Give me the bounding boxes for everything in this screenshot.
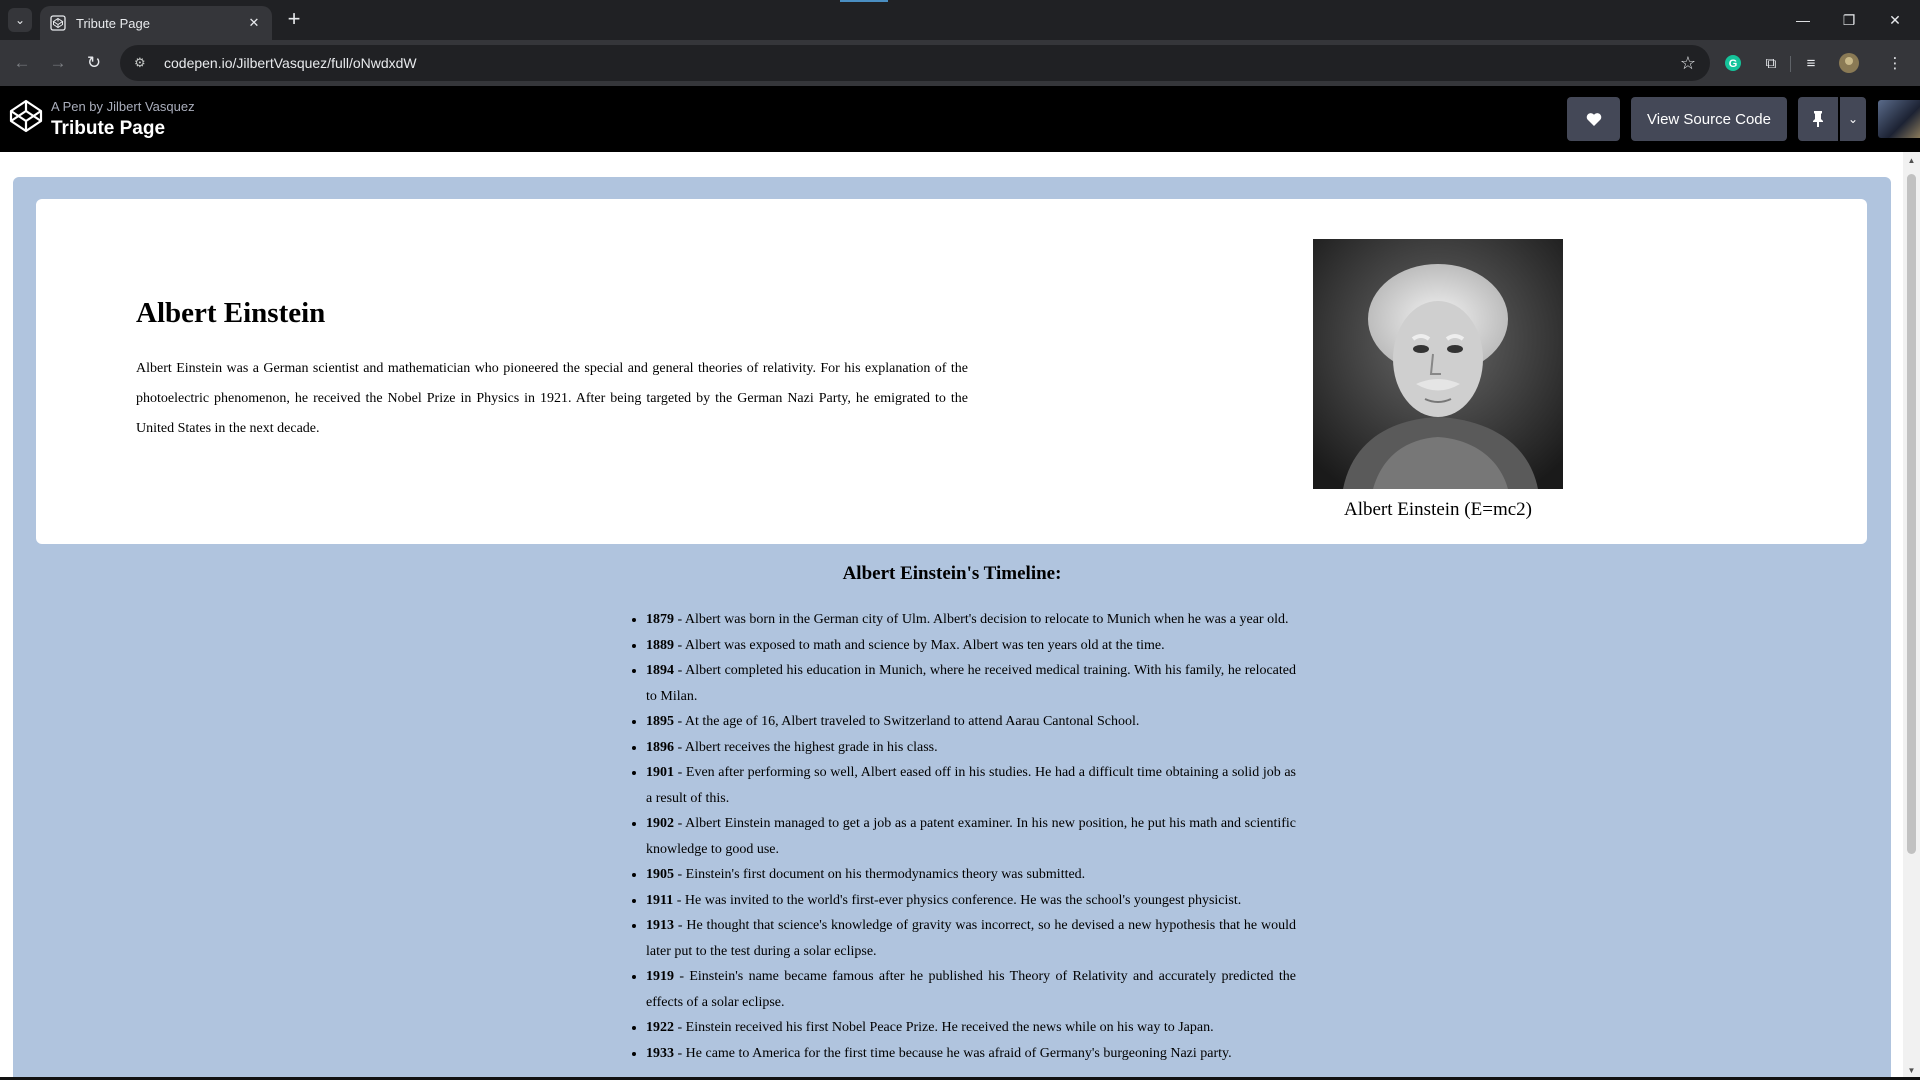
timeline-text: - Albert was exposed to math and science… — [674, 637, 1165, 653]
site-info-icon[interactable]: ⚙ — [134, 55, 152, 71]
pin-button[interactable] — [1798, 97, 1838, 141]
toolbar-divider — [1790, 56, 1791, 72]
browser-menu-icon[interactable]: ⋮ — [1884, 52, 1906, 74]
new-tab-button[interactable]: + — [282, 8, 306, 32]
scroll-thumb[interactable] — [1907, 174, 1916, 854]
timeline-year: 1913 — [646, 918, 674, 933]
chevron-down-icon: ⌄ — [1847, 112, 1859, 126]
pin-icon — [1813, 111, 1823, 127]
timeline-year: 1901 — [646, 765, 674, 780]
timeline-item: 1933 - He came to America for the first … — [646, 1041, 1296, 1067]
timeline-year: 1933 — [646, 1045, 674, 1061]
forward-icon[interactable]: → — [44, 49, 72, 77]
close-tab-icon[interactable]: ✕ — [246, 15, 262, 31]
intro-card: Albert Einstein Albert Einstein was a Ge… — [36, 199, 1867, 544]
view-source-button[interactable]: View Source Code — [1631, 97, 1787, 141]
tab-active[interactable]: Tribute Page ✕ — [40, 6, 272, 40]
timeline-list: 1879 - Albert was born in the German cit… — [646, 607, 1296, 1066]
heart-button[interactable] — [1567, 97, 1620, 141]
tab-accent-bar — [840, 0, 888, 2]
timeline-text: - Albert was born in the German city of … — [674, 612, 1289, 627]
einstein-photo — [1313, 239, 1563, 489]
page-viewport: Albert Einstein Albert Einstein was a Ge… — [0, 152, 1920, 1080]
timeline-item: 1902 - Albert Einstein managed to get a … — [646, 811, 1296, 862]
timeline-text: - Albert Einstein managed to get a job a… — [646, 816, 1296, 857]
timeline-item: 1911 - He was invited to the world's fir… — [646, 888, 1296, 914]
address-bar[interactable]: ⚙ codepen.io/JilbertVasquez/full/oNwdxdW… — [120, 45, 1710, 81]
page-title: Albert Einstein — [136, 297, 326, 329]
back-icon[interactable]: ← — [8, 49, 36, 77]
timeline-item: 1889 - Albert was exposed to math and sc… — [646, 633, 1296, 659]
codepen-header: A Pen by Jilbert Vasquez Tribute Page Vi… — [0, 86, 1920, 152]
codepen-favicon-icon — [50, 15, 66, 31]
browser-toolbar: ← → ↻ ⚙ codepen.io/JilbertVasquez/full/o… — [0, 40, 1920, 86]
timeline-text: - He came to America for the first time … — [674, 1045, 1232, 1061]
timeline-year: 1879 — [646, 612, 674, 627]
timeline-item: 1913 - He thought that science's knowled… — [646, 913, 1296, 964]
timeline-item: 1905 - Einstein's first document on his … — [646, 862, 1296, 888]
timeline-item: 1895 - At the age of 16, Albert traveled… — [646, 709, 1296, 735]
timeline-title: Albert Einstein's Timeline: — [842, 563, 1062, 584]
timeline-year: 1896 — [646, 739, 674, 755]
close-window-icon[interactable]: ✕ — [1872, 0, 1918, 40]
tab-search-button[interactable]: ⌄ — [8, 8, 32, 32]
tab-strip: ⌄ Tribute Page ✕ + — ❐ ✕ — [0, 0, 1920, 40]
timeline-item: 1894 - Albert completed his education in… — [646, 658, 1296, 709]
bookmark-star-icon[interactable]: ☆ — [1680, 53, 1696, 74]
timeline-text: - He thought that science's knowledge of… — [646, 918, 1296, 959]
timeline-text: - At the age of 16, Albert traveled to S… — [674, 714, 1140, 729]
extensions-icon[interactable]: ⧉ — [1760, 52, 1782, 74]
media-controls-icon[interactable]: ≡ — [1800, 52, 1822, 74]
timeline-year: 1911 — [646, 892, 674, 908]
timeline-year: 1902 — [646, 816, 674, 831]
timeline-year: 1894 — [646, 663, 674, 678]
timeline-item: 1901 - Even after performing so well, Al… — [646, 760, 1296, 811]
timeline-text: - Einstein received his first Nobel Peac… — [674, 1020, 1214, 1035]
timeline-year: 1905 — [646, 867, 674, 882]
profile-avatar[interactable] — [1838, 52, 1860, 74]
url-text: codepen.io/JilbertVasquez/full/oNwdxdW — [164, 55, 417, 71]
timeline-year: 1895 — [646, 714, 674, 729]
reload-icon[interactable]: ↻ — [80, 49, 108, 77]
user-avatar[interactable] — [1878, 100, 1920, 138]
timeline-text: - Albert completed his education in Muni… — [646, 663, 1296, 704]
pen-author[interactable]: A Pen by Jilbert Vasquez — [51, 99, 195, 114]
tab-title: Tribute Page — [76, 15, 150, 31]
grammarly-icon[interactable]: G — [1722, 52, 1744, 74]
heart-icon — [1586, 112, 1601, 126]
scroll-down-arrow-icon[interactable]: ▼ — [1906, 1066, 1917, 1076]
codepen-logo-icon[interactable] — [8, 98, 44, 134]
timeline-text: - Einstein's name became famous after he… — [646, 969, 1296, 1010]
pen-title: Tribute Page — [51, 118, 166, 139]
timeline-item: 1879 - Albert was born in the German cit… — [646, 607, 1296, 633]
tribute-main: Albert Einstein Albert Einstein was a Ge… — [13, 177, 1891, 1080]
timeline-text: - Even after performing so well, Albert … — [646, 765, 1296, 806]
timeline-item: 1919 - Einstein's name became famous aft… — [646, 964, 1296, 1015]
photo-caption: Albert Einstein (E=mc2) — [1344, 499, 1532, 520]
timeline-year: 1889 — [646, 637, 674, 653]
intro-paragraph: Albert Einstein was a German scientist a… — [136, 361, 968, 436]
pin-dropdown-button[interactable]: ⌄ — [1840, 97, 1866, 141]
minimize-icon[interactable]: — — [1780, 0, 1826, 40]
timeline-year: 1922 — [646, 1020, 674, 1035]
timeline-text: - He was invited to the world's first-ev… — [673, 892, 1242, 908]
timeline-year: 1919 — [646, 969, 674, 984]
timeline-text: - Einstein's first document on his therm… — [674, 867, 1086, 882]
timeline-item: 1922 - Einstein received his first Nobel… — [646, 1015, 1296, 1041]
scroll-up-arrow-icon[interactable]: ▲ — [1906, 156, 1917, 166]
restore-icon[interactable]: ❐ — [1826, 0, 1872, 40]
chevron-down-icon: ⌄ — [14, 13, 26, 27]
timeline-item: 1896 - Albert receives the highest grade… — [646, 735, 1296, 761]
timeline-text: - Albert receives the highest grade in h… — [674, 739, 938, 755]
svg-text:G: G — [1729, 58, 1738, 70]
page-scrollbar[interactable]: ▲ ▼ — [1903, 152, 1920, 1080]
